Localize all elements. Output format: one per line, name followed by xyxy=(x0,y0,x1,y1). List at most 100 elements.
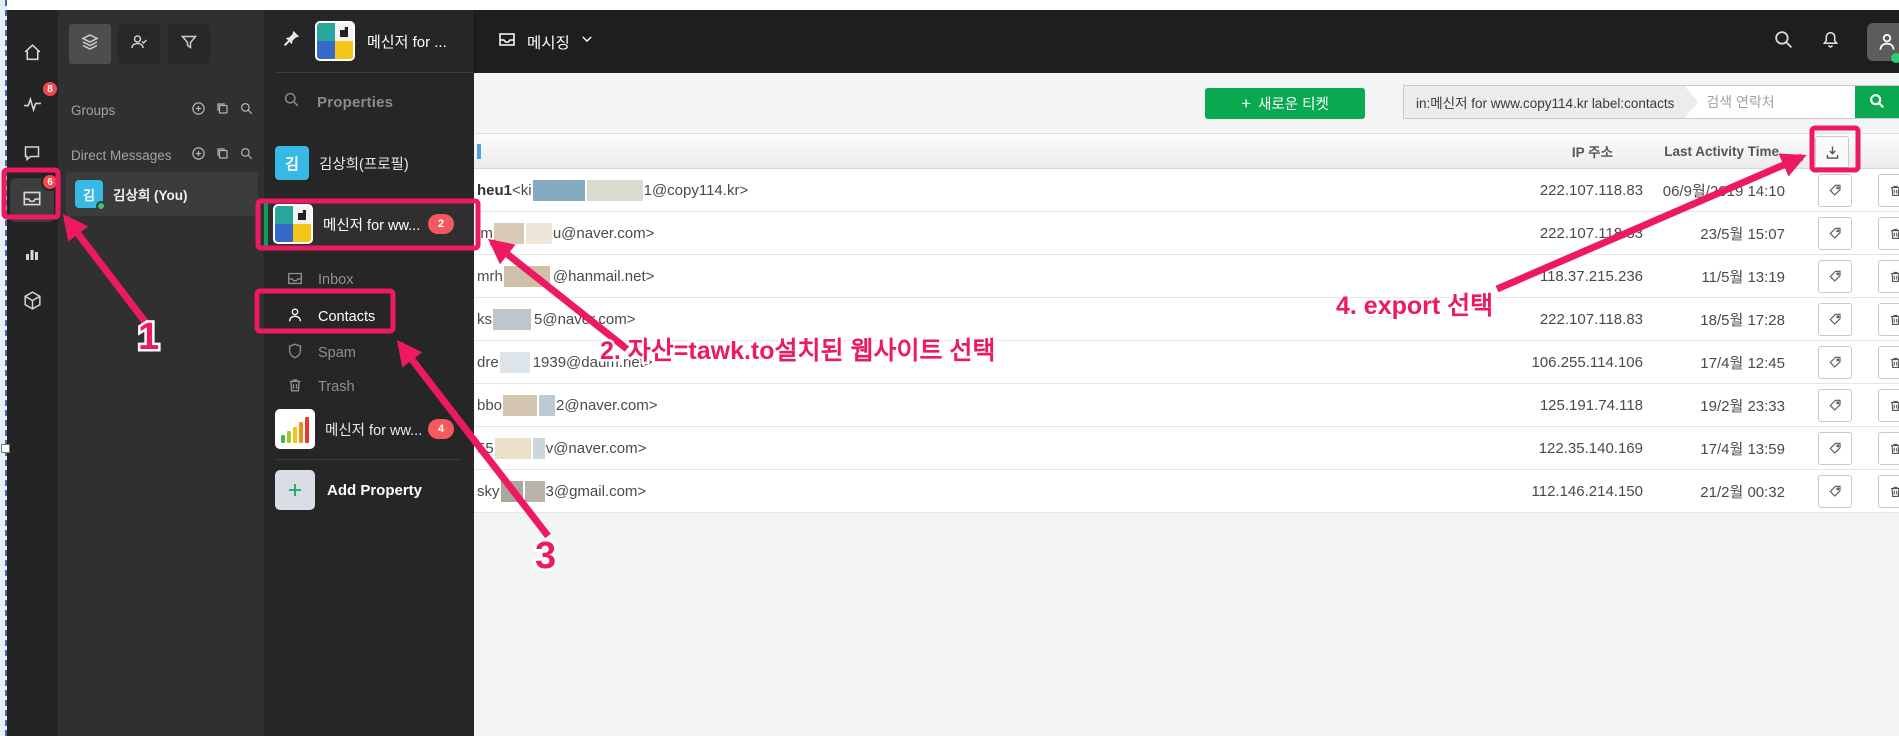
ip-cell: 118.37.215.236 xyxy=(1539,267,1643,285)
time-cell: 23/5월 15:07 xyxy=(1700,225,1785,243)
delete-contact-button[interactable] xyxy=(1878,303,1899,336)
col-header-ip[interactable]: IP 주소 xyxy=(1453,141,1643,161)
search-properties-icon[interactable] xyxy=(264,91,300,113)
rail-item-home[interactable] xyxy=(10,33,54,77)
property-unread-badge: 4 xyxy=(428,419,454,439)
properties-header: Properties xyxy=(264,88,393,116)
tag-contact-button[interactable] xyxy=(1818,432,1852,465)
topbar: 메시징 xyxy=(474,10,1899,73)
contacts-icon xyxy=(264,306,318,328)
inbox-badge: 6 xyxy=(41,173,59,191)
table-row[interactable]: heu1 <ki 1@copy114.kr> 222.107.118.83 06/… xyxy=(474,169,1899,212)
table-header-row: IP 주소 Last Activity Time xyxy=(474,133,1899,169)
tag-contact-button[interactable] xyxy=(1818,475,1852,508)
table-row[interactable]: im u@naver.com> 222.107.118.83 23/5월 15:0… xyxy=(474,212,1899,255)
export-download-button[interactable] xyxy=(1815,136,1849,168)
col-header-last-activity[interactable]: Last Activity Time xyxy=(1643,144,1785,159)
tag-contact-button[interactable] xyxy=(1818,389,1852,422)
rail-item-addons[interactable] xyxy=(10,281,54,325)
groups-label: Groups xyxy=(71,102,116,118)
table-row[interactable]: sky 3@gmail.com> 112.146.214.150 21/2월 00… xyxy=(474,470,1899,513)
ip-cell: 112.146.214.150 xyxy=(1531,482,1644,500)
search-input[interactable] xyxy=(1698,86,1855,118)
delete-contact-button[interactable] xyxy=(1878,174,1899,207)
table-row[interactable]: dre 1939@daum.net> 106.255.114.106 17/4월 … xyxy=(474,341,1899,384)
groups-section: Groups xyxy=(71,100,254,120)
property-name: 메신저 for ww... xyxy=(323,217,421,234)
funnel-icon xyxy=(179,32,199,57)
account-avatar[interactable] xyxy=(1867,22,1899,63)
search-dm-icon[interactable] xyxy=(239,146,254,164)
tag-contact-button[interactable] xyxy=(1818,303,1852,336)
profile-row[interactable]: 김 김상희(프로필) xyxy=(264,143,474,183)
redaction-blur xyxy=(539,394,556,416)
nav-item-contacts[interactable]: Contacts xyxy=(264,300,474,334)
redaction-blur xyxy=(500,480,523,502)
add-group-icon[interactable] xyxy=(191,101,206,119)
rail-item-monitoring[interactable]: 8 xyxy=(10,80,59,129)
inbox-icon xyxy=(497,29,517,54)
tab-filter[interactable] xyxy=(168,24,210,64)
redaction-blur xyxy=(532,179,585,201)
table-row[interactable]: ks 5@naver.com> 222.107.118.83 18/5월 17:2… xyxy=(474,298,1899,341)
table-row[interactable]: 55 v@naver.com> 122.35.140.169 17/4월 13:5… xyxy=(474,427,1899,470)
delete-contact-button[interactable] xyxy=(1878,475,1899,508)
time-cell: 18/5월 17:28 xyxy=(1700,311,1785,329)
delete-contact-button[interactable] xyxy=(1878,260,1899,293)
search-submit-button[interactable] xyxy=(1855,86,1899,118)
tag-contact-button[interactable] xyxy=(1818,217,1852,250)
table-row[interactable]: bbo 2@naver.com> 125.191.74.118 19/2월 23:… xyxy=(474,384,1899,427)
search-groups-icon[interactable] xyxy=(239,101,254,119)
tab-channels[interactable] xyxy=(69,24,111,64)
delete-contact-button[interactable] xyxy=(1878,389,1899,422)
cube-icon xyxy=(22,290,43,316)
redaction-blur xyxy=(503,394,538,416)
shield-icon xyxy=(264,342,318,364)
delete-contact-button[interactable] xyxy=(1878,346,1899,379)
properties-label: Properties xyxy=(317,93,394,111)
dm-user-row[interactable]: 김 김상희 (You) xyxy=(66,172,258,216)
divider xyxy=(276,72,474,73)
tag-contact-button[interactable] xyxy=(1818,260,1852,293)
table-row[interactable]: mrh @hanmail.net> 118.37.215.236 11/5월 13… xyxy=(474,255,1899,298)
property-row-second[interactable]: 메신저 for ww... 4 xyxy=(264,407,474,451)
new-ticket-button[interactable]: + 새로운 티켓 xyxy=(1205,88,1365,119)
redaction-blur xyxy=(499,351,530,373)
tab-people[interactable] xyxy=(118,24,160,64)
rail-item-reports[interactable] xyxy=(10,233,54,277)
property-selector[interactable]: 메신저 for ... xyxy=(264,10,474,72)
redaction-blur xyxy=(525,222,552,244)
add-dm-icon[interactable] xyxy=(191,146,206,164)
notifications-bell-icon[interactable] xyxy=(1820,29,1841,55)
nav-label: Spam xyxy=(318,345,356,361)
search-icon[interactable] xyxy=(1773,29,1794,55)
messaging-menu[interactable]: 메시징 xyxy=(497,29,594,54)
search-icon xyxy=(1868,92,1886,113)
time-cell: 06/9월/2019 14:10 xyxy=(1662,182,1785,200)
pin-icon xyxy=(282,29,301,53)
browse-groups-icon[interactable] xyxy=(215,101,230,119)
rail-item-chat[interactable] xyxy=(10,133,54,177)
nav-item-inbox[interactable]: Inbox xyxy=(264,263,474,297)
main-area: 메시징 + 새로운 티켓 in:메신저 for www.copy114.kr l… xyxy=(474,10,1899,736)
search-filter-chip[interactable]: in:메신저 for www.copy114.kr label:contacts xyxy=(1404,86,1698,118)
add-property-row[interactable]: Add Property xyxy=(264,468,474,512)
ip-cell: 125.191.74.118 xyxy=(1539,396,1643,414)
tag-contact-button[interactable] xyxy=(1818,174,1852,207)
direct-messages-label: Direct Messages xyxy=(71,147,172,163)
tag-contact-button[interactable] xyxy=(1818,346,1852,379)
layers-icon xyxy=(80,32,100,57)
nav-item-trash[interactable]: Trash xyxy=(264,370,474,404)
contacts-search-bar: in:메신저 for www.copy114.kr label:contacts xyxy=(1403,85,1899,119)
delete-contact-button[interactable] xyxy=(1878,432,1899,465)
rail-item-inbox[interactable]: 6 xyxy=(10,173,59,222)
property-row-copy114[interactable]: 메신저 for ww... 2 xyxy=(264,199,474,249)
property-favicon-chart xyxy=(275,409,315,449)
delete-contact-button[interactable] xyxy=(1878,217,1899,250)
inbox-icon xyxy=(264,269,318,291)
nav-label: Contacts xyxy=(318,309,376,325)
property-selector-title: 메신저 for ... xyxy=(367,33,447,51)
nav-item-spam[interactable]: Spam xyxy=(264,336,474,370)
ip-cell: 222.107.118.83 xyxy=(1539,310,1643,328)
browse-dm-icon[interactable] xyxy=(215,146,230,164)
